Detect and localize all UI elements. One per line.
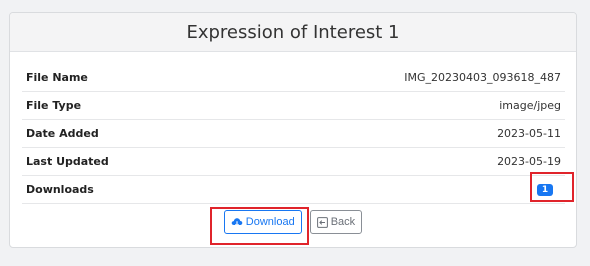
file-name-label: File Name	[26, 71, 88, 84]
last-updated-value: 2023-05-19	[497, 155, 561, 168]
detail-row-last-updated: Last Updated 2023-05-19	[22, 148, 565, 176]
downloads-badge-highlight	[530, 172, 574, 202]
date-added-label: Date Added	[26, 127, 99, 140]
download-button-highlight	[210, 207, 309, 245]
downloads-label: Downloads	[26, 183, 94, 196]
arrow-left-box-icon	[316, 216, 328, 228]
back-button[interactable]: Back	[309, 210, 363, 234]
detail-row-downloads: Downloads 1	[22, 176, 565, 204]
file-name-value: IMG_20230403_093618_487	[404, 71, 561, 84]
last-updated-label: Last Updated	[26, 155, 109, 168]
file-details-list: File Name IMG_20230403_093618_487 File T…	[22, 64, 565, 204]
detail-row-file-name: File Name IMG_20230403_093618_487	[22, 64, 565, 92]
file-type-label: File Type	[26, 99, 82, 112]
detail-row-file-type: File Type image/jpeg	[22, 92, 565, 120]
date-added-value: 2023-05-11	[497, 127, 561, 140]
page-title: Expression of Interest 1	[186, 21, 400, 43]
detail-row-date-added: Date Added 2023-05-11	[22, 120, 565, 148]
file-type-value: image/jpeg	[499, 99, 561, 112]
back-button-label: Back	[330, 216, 356, 228]
card-header: Expression of Interest 1	[10, 13, 576, 52]
